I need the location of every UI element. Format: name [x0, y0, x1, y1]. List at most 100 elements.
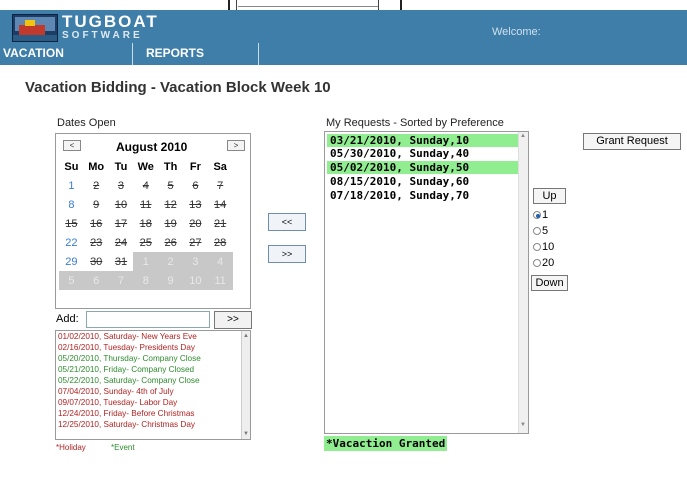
- step-radio-1[interactable]: 1: [533, 209, 548, 221]
- calendar-day: 25: [139, 236, 152, 249]
- holiday-list[interactable]: 01/02/2010, Saturday- New Years Eve 02/1…: [55, 330, 251, 440]
- next-month-button[interactable]: >: [227, 140, 245, 151]
- grant-request-button[interactable]: Grant Request: [583, 133, 681, 150]
- calendar-day: 9: [158, 271, 183, 290]
- requests-scrollbar[interactable]: ▲ ▼: [518, 132, 528, 433]
- calendar-day[interactable]: 1: [59, 176, 84, 195]
- scroll-down-icon[interactable]: ▼: [520, 422, 526, 428]
- week-row: 15 16 17 18 19 20 21: [59, 214, 233, 233]
- down-button[interactable]: Down: [531, 275, 568, 291]
- nav-reports[interactable]: REPORTS: [146, 46, 204, 60]
- radio-icon[interactable]: [533, 243, 541, 251]
- calendar-day: 15: [65, 217, 78, 230]
- calendar-day: 3: [117, 179, 125, 192]
- calendar-month: August 2010: [116, 140, 188, 154]
- step-radio-20[interactable]: 20: [533, 257, 554, 269]
- tugboat-logo-icon: [12, 14, 58, 42]
- calendar-day: 10: [182, 271, 208, 290]
- calendar-day: 14: [214, 198, 227, 211]
- scroll-down-icon[interactable]: ▼: [242, 430, 250, 438]
- request-item[interactable]: 05/02/2010, Sunday,50: [327, 161, 518, 174]
- week-row: 1 2 3 4 5 6 7: [59, 176, 233, 195]
- request-item[interactable]: 07/18/2010, Sunday,70: [327, 189, 518, 202]
- weekday-row: Su Mo Tu We Th Fr Sa: [59, 158, 233, 176]
- calendar-day: 4: [207, 252, 233, 271]
- holiday-legend: *Holiday: [56, 443, 86, 452]
- prev-month-button[interactable]: <: [63, 140, 81, 151]
- event-item[interactable]: 05/21/2010, Friday- Company Closed: [56, 364, 250, 375]
- step-radio-5[interactable]: 5: [533, 225, 548, 237]
- calendar-day[interactable]: 8: [59, 195, 84, 214]
- request-item[interactable]: 08/15/2010, Sunday,60: [327, 175, 518, 188]
- calendar-day: 5: [59, 271, 84, 290]
- calendar-day: 7: [108, 271, 134, 290]
- weekday: Sa: [213, 161, 227, 173]
- calendar-day: 6: [83, 271, 109, 290]
- week-row: 5 6 7 8 9 10 11: [59, 271, 233, 290]
- calendar-day: 4: [142, 179, 149, 192]
- week-row: 22 23 24 25 26 27 28: [59, 233, 233, 252]
- calendar-day[interactable]: 22: [59, 233, 84, 252]
- radio-icon[interactable]: [533, 259, 541, 267]
- up-button[interactable]: Up: [533, 188, 566, 204]
- event-item[interactable]: 05/20/2010, Thursday- Company Close: [56, 353, 250, 364]
- add-button[interactable]: >>: [214, 311, 252, 329]
- holiday-item[interactable]: 02/16/2010, Tuesday- Presidents Day: [56, 342, 250, 353]
- calendar-day: 28: [214, 236, 227, 249]
- request-item[interactable]: 05/30/2010, Sunday,40: [327, 147, 518, 160]
- weekday: Fr: [189, 161, 201, 173]
- holiday-item[interactable]: 07/04/2010, Sunday- 4th of July: [56, 386, 250, 397]
- calendar-day: 6: [192, 179, 199, 192]
- nav-divider: [132, 43, 133, 65]
- scroll-up-icon[interactable]: ▲: [242, 332, 250, 340]
- holiday-item[interactable]: 12/25/2010, Saturday- Christmas Day: [56, 419, 250, 430]
- week-row: 29 30 31 1 2 3 4: [59, 252, 233, 271]
- calendar-day: 23: [90, 236, 103, 249]
- week-row: 8 9 10 11 12 13 14: [59, 195, 233, 214]
- calendar-day: 21: [214, 217, 227, 230]
- step-label: 5: [542, 225, 549, 237]
- calendar-day: 2: [158, 252, 183, 271]
- holiday-item[interactable]: 12/24/2010, Friday- Before Christmas: [56, 408, 250, 419]
- step-label: 20: [542, 257, 555, 269]
- event-legend: *Event: [111, 443, 135, 452]
- requests-label: My Requests - Sorted by Preference: [326, 117, 504, 129]
- holiday-item[interactable]: 09/07/2010, Tuesday- Labor Day: [56, 397, 250, 408]
- add-date-input[interactable]: [86, 311, 210, 328]
- step-label: 1: [542, 209, 549, 221]
- holiday-item[interactable]: 01/02/2010, Saturday- New Years Eve: [56, 331, 250, 342]
- move-left-button[interactable]: <<: [268, 213, 306, 231]
- calendar-day: 19: [164, 217, 177, 230]
- brand: TUGBOAT SOFTWARE: [62, 13, 159, 41]
- calendar-grid: Su Mo Tu We Th Fr Sa 1 2 3 4 5 6 7 8 9 1…: [59, 158, 233, 290]
- weekday: Tu: [114, 161, 128, 173]
- calendar-day: 12: [164, 198, 177, 211]
- calendar-day: 13: [189, 198, 202, 211]
- welcome-text: Welcome:: [492, 26, 541, 38]
- calendar-day: 16: [90, 217, 103, 230]
- event-item[interactable]: 05/22/2010, Saturday- Company Close: [56, 375, 250, 386]
- calendar: < August 2010 > Su Mo Tu We Th Fr Sa 1 2…: [55, 133, 251, 309]
- calendar-day: 1: [133, 252, 159, 271]
- radio-selected-icon[interactable]: [533, 211, 541, 219]
- calendar-header: < August 2010 >: [56, 136, 250, 156]
- weekday: We: [137, 161, 154, 173]
- calendar-day: 3: [182, 252, 208, 271]
- step-radio-10[interactable]: 10: [533, 241, 554, 253]
- nav-vacation[interactable]: VACATION: [3, 46, 64, 60]
- calendar-day: 11: [140, 198, 152, 211]
- calendar-day: 30: [90, 255, 103, 268]
- move-right-button[interactable]: >>: [268, 245, 306, 263]
- step-label: 10: [542, 241, 555, 253]
- calendar-day: 5: [167, 179, 174, 192]
- radio-icon[interactable]: [533, 227, 541, 235]
- scroll-up-icon[interactable]: ▲: [520, 133, 526, 139]
- nav-divider: [258, 43, 259, 65]
- request-item[interactable]: 03/21/2010, Sunday,10: [327, 134, 518, 147]
- holiday-scrollbar[interactable]: ▲ ▼: [241, 331, 250, 439]
- requests-list[interactable]: 03/21/2010, Sunday,10 05/30/2010, Sunday…: [324, 131, 529, 434]
- calendar-day: 20: [189, 217, 202, 230]
- calendar-day[interactable]: 29: [59, 252, 84, 271]
- calendar-day: 31: [114, 255, 128, 268]
- weekday: Mo: [88, 161, 105, 173]
